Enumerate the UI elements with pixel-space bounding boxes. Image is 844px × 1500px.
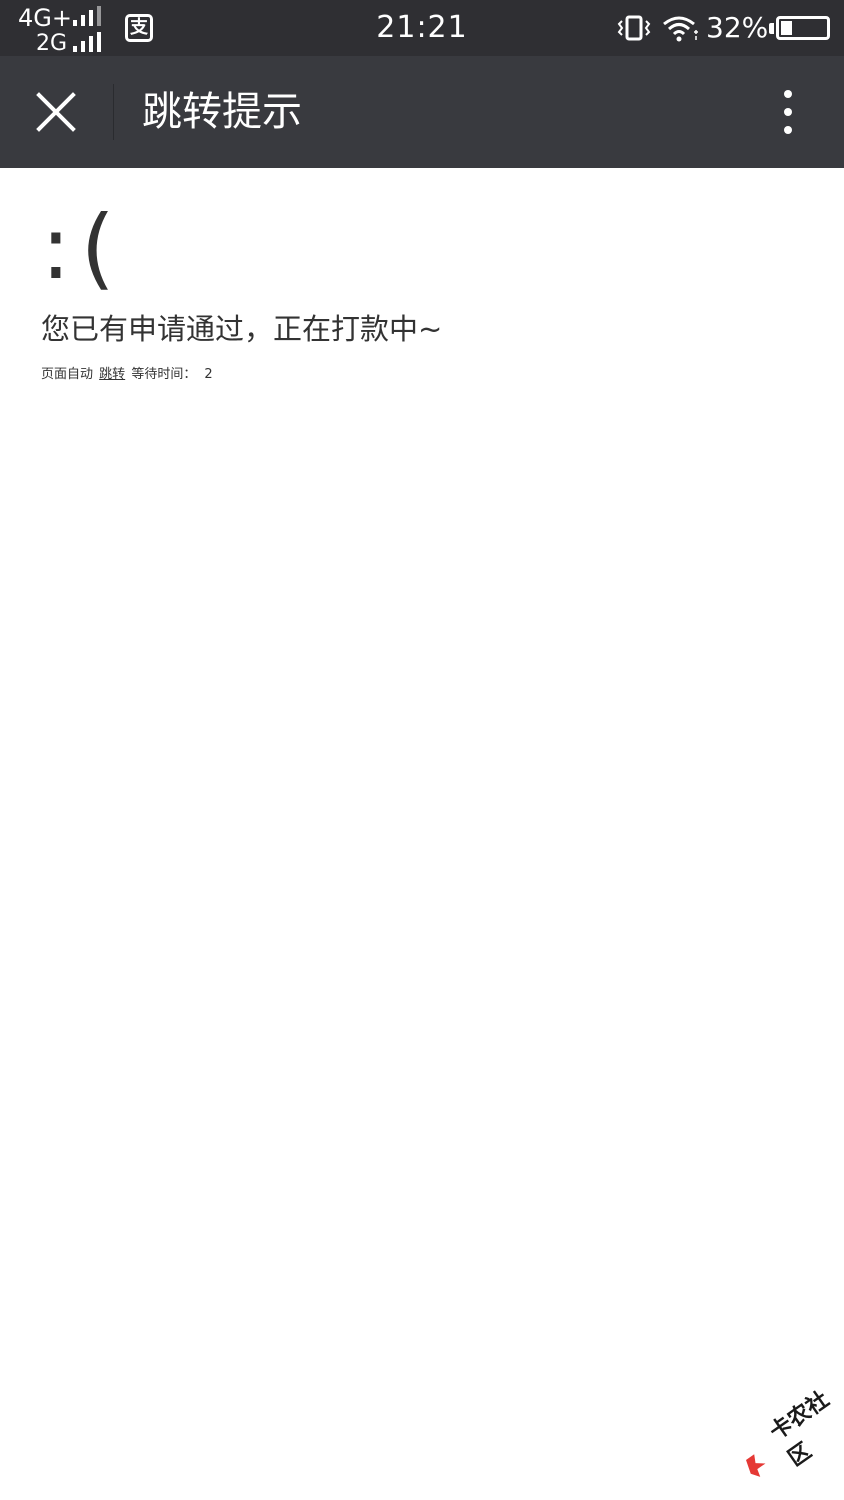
countdown-value: 2 bbox=[204, 367, 213, 382]
close-icon bbox=[36, 92, 76, 132]
battery-level bbox=[781, 21, 793, 35]
status-bar: 4G+ 2G 支 21:21 32% bbox=[0, 0, 844, 56]
status-message: 您已有申请通过，正在打款中~ bbox=[41, 312, 443, 346]
redirect-notice: 页面自动 跳转 等待时间： 2 bbox=[41, 366, 804, 384]
battery-percent: 32% bbox=[706, 11, 769, 44]
battery-icon bbox=[776, 16, 830, 40]
main-content: :( 您已有申请通过，正在打款中~ 页面自动 跳转 等待时间： 2 bbox=[41, 200, 804, 384]
sad-face-emoticon: :( bbox=[41, 196, 125, 299]
close-button[interactable] bbox=[20, 76, 92, 148]
wifi-icon bbox=[663, 16, 698, 42]
more-menu-button[interactable] bbox=[760, 80, 816, 144]
battery-nub bbox=[769, 23, 774, 34]
more-vertical-icon bbox=[784, 90, 792, 98]
title-bar: 跳转提示 bbox=[0, 56, 844, 168]
title-divider bbox=[113, 84, 114, 140]
vibrate-icon bbox=[617, 15, 651, 41]
jump-link[interactable]: 跳转 bbox=[99, 367, 125, 382]
page-title: 跳转提示 bbox=[142, 89, 302, 135]
redirect-prefix: 页面自动 bbox=[41, 367, 94, 382]
wait-label: 等待时间： bbox=[131, 367, 197, 382]
